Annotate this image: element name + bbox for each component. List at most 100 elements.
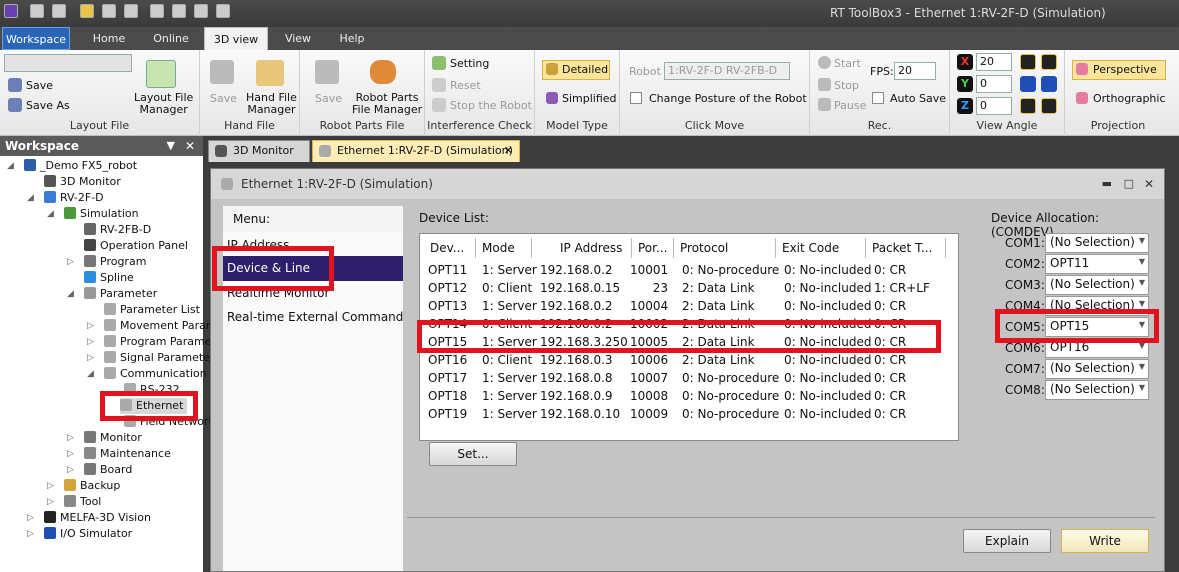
tree-item[interactable]: I/O Simulator [44,526,132,542]
tree-item[interactable]: Simulation [64,206,139,222]
tree-item[interactable]: Movement Param [104,318,217,334]
quick-tool-icon[interactable] [80,4,94,18]
save-icon[interactable] [30,4,44,18]
list-icon[interactable] [172,4,186,18]
expand-icon[interactable]: ▷ [67,449,74,459]
close-icon[interactable]: ✕ [185,136,195,156]
tab-workspace[interactable]: Workspace [2,27,70,50]
collapse-icon[interactable]: ◢ [27,193,34,203]
tree-item[interactable]: RV-2F-D [44,190,104,206]
tab-help[interactable]: Help [326,27,378,50]
tree-item[interactable]: Parameter List [104,302,200,318]
com-select[interactable]: (No Selection) ▼ [1045,359,1149,379]
com-select[interactable]: (No Selection) ▼ [1045,275,1149,295]
pin-icon[interactable]: ▼ [167,136,175,156]
column-header-device[interactable]: Dev... [424,238,476,258]
expand-icon[interactable]: ▷ [87,337,94,347]
view-preset-icon-3[interactable] [1020,76,1036,92]
tab-home[interactable]: Home [80,27,138,50]
collapse-icon[interactable]: ◢ [87,369,94,379]
layout-save-button[interactable]: Save [26,79,53,92]
detailed-button[interactable]: Detailed [562,63,608,76]
auto-save-checkbox[interactable] [872,92,884,104]
tree-item[interactable]: _Demo FX5_robot [24,158,137,174]
tree-item[interactable]: Operation Panel [84,238,188,254]
rec-start-button[interactable]: Start [834,57,861,70]
view-angle-z-field[interactable]: 0 [976,97,1012,115]
hand-save-button[interactable]: Save [210,92,237,105]
tree-item[interactable]: Signal Parameter [104,350,215,366]
expand-icon[interactable]: ▷ [87,353,94,363]
tree-item[interactable]: Maintenance [84,446,171,462]
interference-reset-button[interactable]: Reset [450,79,481,92]
hand-file-manager-button[interactable]: Hand File Manager [246,92,297,116]
explain-button[interactable]: Explain [963,529,1051,553]
close-tab-icon[interactable]: ✕ [504,141,513,161]
interference-setting-button[interactable]: Setting [450,57,489,70]
set-button[interactable]: Set... [429,442,517,466]
view-preset-icon-6[interactable] [1041,98,1057,114]
wave-icon-2[interactable] [124,4,138,18]
table-row[interactable]: OPT11 1: Server 192.168.0.2 10001 0: No-proc… [420,262,958,280]
column-header-ip-address[interactable]: IP Address [532,238,632,258]
doc-tab-ethernet[interactable]: Ethernet 1:RV-2F-D (Simulation) ✕ [312,140,520,162]
column-header-packet-type[interactable]: Packet T... [866,238,946,258]
view-preset-icon-1[interactable] [1020,54,1036,70]
com-select[interactable]: OPT11 ▼ [1045,254,1149,274]
expand-icon[interactable]: ▷ [27,513,34,523]
robot-parts-save-button[interactable]: Save [315,92,342,105]
chevron-down-icon[interactable]: ▼ [1139,299,1145,308]
perspective-button[interactable]: Perspective [1093,63,1157,76]
tree-item[interactable]: 3D Monitor [44,174,121,190]
chevron-down-icon[interactable]: ▼ [1139,278,1145,287]
chevron-down-icon[interactable]: ▼ [1139,257,1145,266]
columns-icon[interactable] [194,4,208,18]
tab-3d-view[interactable]: 3D view [204,27,268,50]
tree-icon[interactable] [150,4,164,18]
table-row[interactable]: OPT16 0: Client 192.168.0.3 10006 2: Data Li… [420,352,958,370]
collapse-icon[interactable]: ◢ [67,289,74,299]
wave-icon[interactable] [102,4,116,18]
layout-file-manager-button[interactable]: Layout File Manager [134,92,193,116]
com-select[interactable]: (No Selection) ▼ [1045,380,1149,400]
tree-item[interactable]: Tool [64,494,101,510]
write-button[interactable]: Write [1061,529,1149,553]
doc-tab-3d-monitor[interactable]: 3D Monitor [208,140,310,162]
tree-item[interactable]: Monitor [84,430,142,446]
expand-icon[interactable]: ▷ [67,433,74,443]
view-angle-y-field[interactable]: 0 [976,75,1012,93]
orthographic-button[interactable]: Orthographic [1093,92,1166,105]
view-angle-x-field[interactable]: 20 [976,53,1012,71]
expand-icon[interactable]: ▷ [47,481,54,491]
column-header-protocol[interactable]: Protocol [674,238,776,258]
expand-icon[interactable]: ▷ [47,497,54,507]
view-preset-icon-4[interactable] [1041,76,1057,92]
expand-icon[interactable]: ▷ [67,257,74,267]
rec-pause-button[interactable]: Pause [834,99,866,112]
tree-item[interactable]: Program Parame [104,334,212,350]
tree-item[interactable]: Parameter [84,286,157,302]
maximize-icon[interactable]: □ [1124,169,1134,199]
tree-item[interactable]: Program [84,254,146,270]
column-header-port[interactable]: Por... [632,238,674,258]
menu-item-realtime-external-command[interactable]: Real-time External Command [227,310,403,324]
chevron-down-icon[interactable]: ▼ [1139,362,1145,371]
tree-item[interactable]: Communication P [104,366,217,382]
column-header-mode[interactable]: Mode [476,238,532,258]
tree-item[interactable]: Board [84,462,132,478]
com-select[interactable]: (No Selection) ▼ [1045,233,1149,253]
tree-item[interactable]: RV-2FB-D [84,222,151,238]
layout-combo[interactable] [4,54,132,72]
monitor-icon[interactable] [216,4,230,18]
stop-robot-button[interactable]: Stop the Robot [450,99,532,112]
table-row[interactable]: OPT12 0: Client 192.168.0.15 23 2: Data Link… [420,280,958,298]
simplified-button[interactable]: Simplified [562,92,617,105]
tab-view[interactable]: View [272,27,324,50]
tree-item[interactable]: Backup [64,478,120,494]
table-row[interactable]: OPT17 1: Server 192.168.0.8 10007 0: No-proc… [420,370,958,388]
rec-stop-button[interactable]: Stop [834,79,859,92]
expand-icon[interactable]: ▷ [27,529,34,539]
close-icon[interactable]: ✕ [1144,169,1154,199]
tree-item[interactable]: MELFA-3D Vision [44,510,151,526]
chevron-down-icon[interactable]: ▼ [1139,236,1145,245]
